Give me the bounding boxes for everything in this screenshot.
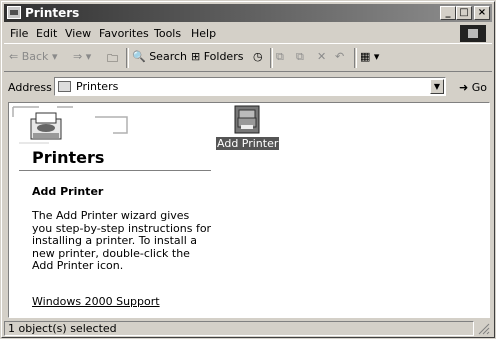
folder-content[interactable]: Printers Add Printer The Add Printer wiz… — [8, 102, 490, 318]
dropdown-arrow-icon: ▾ — [51, 50, 58, 63]
menu-bar: File Edit View Favorites Tools Help — [4, 24, 492, 44]
title-divider — [19, 170, 211, 171]
dropdown-arrow-icon: ▾ — [373, 50, 380, 63]
views-button[interactable]: ▦ ▾ — [360, 50, 379, 63]
page-title: Printers — [32, 148, 105, 167]
folders-icon: ⊞ — [191, 50, 201, 63]
status-panel: 1 object(s) selected — [4, 321, 474, 336]
undo-button[interactable]: ↶ — [335, 50, 344, 63]
history-icon: ◷ — [253, 50, 263, 63]
go-arrow-icon: ➜ — [459, 81, 469, 94]
dropdown-arrow-icon: ▾ — [85, 50, 92, 63]
up-folder-button[interactable]: 🗀 — [107, 50, 118, 69]
menu-view[interactable]: View — [65, 27, 91, 40]
history-button[interactable]: ◷ — [253, 50, 263, 63]
title-bar[interactable]: Printers _ □ × — [4, 4, 492, 22]
windows-logo-icon — [460, 25, 486, 42]
toolbar: ⇐ Back ▾ ⇒ ▾ 🗀 🔍 Search ⊞ Folders ◷ ⧉ ⧉ — [4, 45, 492, 72]
address-bar: Address Printers ▼ ➜ Go — [4, 74, 492, 100]
move-to-button[interactable]: ⧉ — [276, 50, 284, 64]
forward-button[interactable]: ⇒ ▾ — [73, 50, 91, 63]
add-printer-label: Add Printer — [216, 137, 280, 150]
toolbar-separator — [126, 48, 129, 68]
add-printer-icon — [234, 105, 260, 134]
minimize-button[interactable]: _ — [440, 6, 456, 20]
delete-icon: ✕ — [317, 50, 327, 63]
address-dropdown-button[interactable]: ▼ — [430, 79, 444, 94]
menu-edit[interactable]: Edit — [36, 27, 57, 40]
menu-help[interactable]: Help — [191, 27, 216, 40]
printer-icon — [30, 112, 62, 140]
selection-title: Add Printer — [32, 185, 104, 198]
forward-arrow-icon: ⇒ — [73, 50, 83, 63]
web-view-pane: Printers Add Printer The Add Printer wiz… — [9, 103, 213, 317]
window-title: Printers — [25, 6, 80, 20]
toolbar-separator — [354, 48, 357, 68]
selection-description: The Add Printer wizard gives you step-by… — [32, 209, 212, 272]
move-to-icon: ⧉ — [276, 50, 284, 63]
address-input[interactable]: Printers ▼ — [54, 77, 446, 96]
windows-support-link[interactable]: Windows 2000 Support — [32, 295, 160, 308]
menu-tools[interactable]: Tools — [154, 27, 181, 40]
menu-file[interactable]: File — [10, 27, 28, 40]
explorer-window: Printers _ □ × File Edit View Favorites … — [1, 1, 495, 338]
folders-button[interactable]: ⊞ Folders — [191, 50, 243, 63]
printer-folder-icon — [58, 81, 71, 92]
printer-folder-icon — [7, 6, 21, 19]
views-icon: ▦ — [360, 50, 371, 63]
search-icon: 🔍 — [132, 50, 146, 63]
resize-grip-icon[interactable] — [478, 323, 490, 335]
add-printer-item[interactable]: Add Printer — [214, 105, 280, 153]
undo-icon: ↶ — [335, 50, 345, 63]
status-text: 1 object(s) selected — [8, 322, 117, 335]
toolbar-separator — [270, 48, 273, 68]
menu-favorites[interactable]: Favorites — [99, 27, 149, 40]
printers-banner-graphic — [12, 106, 128, 144]
copy-to-icon: ⧉ — [296, 50, 304, 63]
maximize-button[interactable]: □ — [456, 6, 472, 20]
address-label: Address — [8, 81, 52, 94]
up-folder-icon: 🗀 — [107, 52, 118, 65]
go-button[interactable]: ➜ Go — [459, 81, 487, 94]
folders-label: Folders — [203, 50, 244, 63]
back-arrow-icon: ⇐ — [9, 50, 19, 63]
address-value: Printers — [76, 80, 119, 93]
back-label: Back — [21, 50, 49, 63]
close-button[interactable]: × — [474, 6, 490, 20]
search-button[interactable]: 🔍 Search — [132, 50, 187, 63]
go-label: Go — [471, 81, 487, 94]
search-label: Search — [149, 50, 187, 63]
back-button[interactable]: ⇐ Back ▾ — [9, 50, 57, 63]
status-bar: 1 object(s) selected — [4, 320, 492, 337]
delete-button[interactable]: ✕ — [317, 50, 326, 63]
copy-to-button[interactable]: ⧉ — [296, 50, 304, 64]
